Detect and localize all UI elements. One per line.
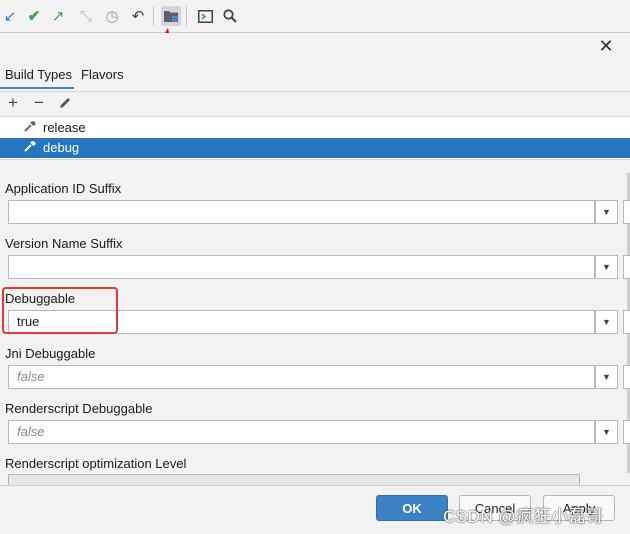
hammer-icon xyxy=(24,120,38,134)
dropdown-arrow-icon[interactable]: ▼ xyxy=(595,255,618,279)
version-name-suffix-label: Version Name Suffix xyxy=(5,236,123,251)
field-extra-button[interactable] xyxy=(623,310,630,334)
dropdown-arrow-icon[interactable]: ▼ xyxy=(595,200,618,224)
check-icon[interactable]: ✔ xyxy=(24,6,44,26)
field-extra-button[interactable] xyxy=(623,255,630,279)
build-types-list: release debug xyxy=(0,116,630,160)
ok-button[interactable]: OK xyxy=(376,495,448,521)
project-structure-icon[interactable] xyxy=(161,6,181,26)
version-name-suffix-field[interactable] xyxy=(8,255,595,279)
renderscript-debuggable-label: Renderscript Debuggable xyxy=(5,401,153,416)
tab-build-types[interactable]: Build Types xyxy=(5,67,72,82)
collapse-icon[interactable]: ⤡ xyxy=(76,6,96,26)
renderscript-optimization-level-field[interactable] xyxy=(8,474,580,485)
dropdown-arrow-icon[interactable]: ▼ xyxy=(595,365,618,389)
debuggable-highlight xyxy=(2,287,118,334)
list-item-release[interactable]: release xyxy=(0,118,630,138)
arrow-down-left-icon[interactable]: ↙ xyxy=(0,6,20,26)
list-item-label: release xyxy=(43,120,86,135)
renderscript-optimization-level-label: Renderscript optimization Level xyxy=(5,456,187,471)
toolbar-separator xyxy=(186,6,187,26)
terminal-icon[interactable] xyxy=(195,6,215,26)
list-toolbar: + − xyxy=(0,91,630,116)
field-extra-button[interactable] xyxy=(623,200,630,224)
toolbar: ↙ ✔ ↗ ⤡ ◷ ↶ xyxy=(0,0,630,33)
application-id-suffix-field[interactable] xyxy=(8,200,595,224)
close-icon[interactable]: ✕ xyxy=(597,36,615,56)
add-icon[interactable]: + xyxy=(4,93,22,112)
arrow-up-right-icon[interactable]: ↗ xyxy=(48,6,68,26)
tab-flavors[interactable]: Flavors xyxy=(81,67,124,82)
toolbar-separator xyxy=(153,6,154,26)
search-icon[interactable] xyxy=(220,6,240,26)
field-extra-button[interactable] xyxy=(623,420,630,444)
jni-debuggable-label: Jni Debuggable xyxy=(5,346,96,361)
renderscript-debuggable-field[interactable]: false xyxy=(8,420,595,444)
field-value: false xyxy=(17,369,45,384)
dropdown-arrow-icon[interactable]: ▼ xyxy=(595,310,618,334)
remove-icon[interactable]: − xyxy=(30,93,48,112)
history-icon[interactable]: ◷ xyxy=(102,6,122,26)
field-extra-button[interactable] xyxy=(623,365,630,389)
jni-debuggable-field[interactable]: false xyxy=(8,365,595,389)
edit-icon[interactable] xyxy=(56,94,74,112)
field-value: false xyxy=(17,424,45,439)
undo-icon[interactable]: ↶ xyxy=(128,6,148,26)
list-item-debug[interactable]: debug xyxy=(0,138,630,158)
hammer-icon xyxy=(24,140,38,154)
application-id-suffix-label: Application ID Suffix xyxy=(5,181,122,196)
list-item-label: debug xyxy=(43,140,80,155)
watermark: CSDN @疯狂小磊哥 xyxy=(443,507,604,526)
dropdown-arrow-icon[interactable]: ▼ xyxy=(595,420,618,444)
tab-bar: Build Types Flavors xyxy=(0,65,630,89)
active-tab-indicator xyxy=(0,87,74,89)
